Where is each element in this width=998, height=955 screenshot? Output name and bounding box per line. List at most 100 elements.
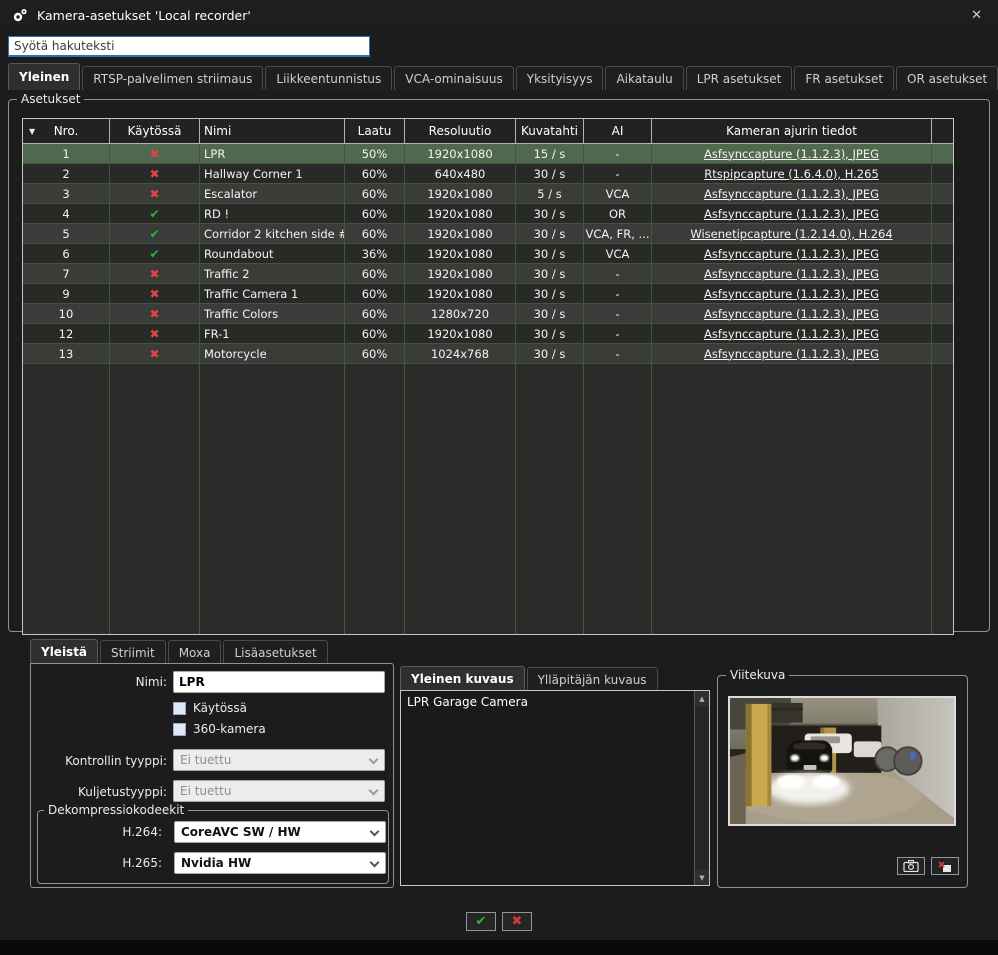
cell-framerate: 5 / s (516, 184, 584, 204)
cell-nro: 1 (23, 144, 110, 164)
driver-link[interactable]: Asfsynccapture (1.1.2.3), JPEG (704, 287, 879, 301)
cell-ai: VCA (584, 184, 652, 204)
close-icon[interactable]: ✕ (967, 6, 986, 25)
transport-type-select[interactable]: Ei tuettu (173, 780, 385, 802)
enabled-status-icon: ✔ (110, 224, 200, 244)
driver-link[interactable]: Asfsynccapture (1.1.2.3), JPEG (704, 347, 879, 361)
checkbox-unchecked-icon[interactable] (173, 701, 186, 715)
cell-driver: Asfsynccapture (1.1.2.3), JPEG (652, 144, 932, 164)
description-scrollbar[interactable]: ▲ ▼ (694, 691, 709, 885)
chevron-down-icon (368, 785, 379, 796)
scroll-down-icon[interactable]: ▼ (695, 870, 709, 885)
tab-vca-ominaisuus[interactable]: VCA-ominaisuus (394, 66, 514, 90)
control-type-select[interactable]: Ei tuettu (173, 749, 385, 771)
camera-settings-dialog: Kamera-asetukset 'Local recorder' ✕ Ylei… (0, 0, 998, 955)
cell-resolution: 1920x1080 (405, 144, 516, 164)
tab-yleinen-kuvaus[interactable]: Yleinen kuvaus (400, 666, 525, 691)
name-input[interactable] (173, 671, 385, 693)
tab-rtsp-striimaus[interactable]: RTSP-palvelimen striimaus (82, 66, 264, 90)
capture-image-button[interactable] (897, 857, 925, 875)
cell-empty (932, 324, 953, 344)
table-row[interactable]: 1 ✖ LPR 50% 1920x1080 15 / s - Asfsyncca… (23, 144, 953, 164)
enabled-status-icon: ✖ (110, 164, 200, 184)
driver-link[interactable]: Asfsynccapture (1.1.2.3), JPEG (704, 207, 879, 221)
column-header-resoluutio[interactable]: Resoluutio (405, 119, 516, 144)
sort-descending-icon[interactable]: ▼ (29, 127, 35, 136)
cell-ai: - (584, 344, 652, 364)
search-input[interactable] (8, 36, 370, 57)
checkbox-unchecked-icon[interactable] (173, 722, 186, 736)
cell-quality: 60% (345, 224, 405, 244)
cell-quality: 60% (345, 284, 405, 304)
driver-link[interactable]: Rtspipcapture (1.6.4.0), H.265 (704, 167, 879, 181)
tab-yleista[interactable]: Yleistä (30, 639, 99, 664)
driver-link[interactable]: Asfsynccapture (1.1.2.3), JPEG (704, 327, 879, 341)
table-row[interactable]: 2 ✖ Hallway Corner 1 60% 640x480 30 / s … (23, 164, 953, 184)
cell-empty (932, 304, 953, 324)
cell-resolution: 1920x1080 (405, 224, 516, 244)
camera-table-empty-area (23, 364, 953, 634)
decompression-codecs-groupbox: Dekompressiokodeekit H.264: CoreAVC SW /… (37, 803, 389, 884)
description-textarea[interactable]: LPR Garage Camera (401, 691, 694, 885)
cancel-button[interactable]: ✖ (502, 912, 532, 931)
cell-framerate: 30 / s (516, 264, 584, 284)
column-header-empty (932, 119, 953, 144)
column-header-nimi[interactable]: Nimi (200, 119, 345, 144)
cell-driver: Asfsynccapture (1.1.2.3), JPEG (652, 244, 932, 264)
cell-empty (932, 264, 953, 284)
column-header-kuvatahti[interactable]: Kuvatahti (516, 119, 584, 144)
table-row[interactable]: 10 ✖ Traffic Colors 60% 1280x720 30 / s … (23, 304, 953, 324)
remove-image-button[interactable] (931, 857, 959, 875)
enabled-checkbox-label: Käytössä (193, 701, 248, 715)
tab-yksityisyys[interactable]: Yksityisyys (515, 66, 604, 90)
remove-image-icon (938, 860, 951, 872)
cell-nro: 7 (23, 264, 110, 284)
h264-codec-select[interactable]: CoreAVC SW / HW (174, 821, 386, 843)
tab-or-asetukset[interactable]: OR asetukset (896, 66, 998, 90)
tab-lpr-asetukset[interactable]: LPR asetukset (685, 66, 793, 90)
table-row[interactable]: 3 ✖ Escalator 60% 1920x1080 5 / s VCA As… (23, 184, 953, 204)
tab-lisaasetukset[interactable]: Lisäasetukset (223, 640, 328, 664)
cell-framerate: 30 / s (516, 324, 584, 344)
tab-striimit[interactable]: Striimit (100, 640, 166, 664)
column-header-ai[interactable]: AI (584, 119, 652, 144)
cell-resolution: 1024x768 (405, 344, 516, 364)
table-row[interactable]: 6 ✔ Roundabout 36% 1920x1080 30 / s VCA … (23, 244, 953, 264)
bottom-strip (0, 940, 998, 955)
cell-ai: VCA, FR, ... (584, 224, 652, 244)
scroll-up-icon[interactable]: ▲ (695, 691, 709, 706)
tab-liikkeentunnistus[interactable]: Liikkeentunnistus (265, 66, 393, 90)
cell-framerate: 30 / s (516, 284, 584, 304)
camera360-checkbox[interactable]: 360-kamera (173, 722, 266, 736)
table-row[interactable]: 12 ✖ FR-1 60% 1920x1080 30 / s - Asfsync… (23, 324, 953, 344)
driver-link[interactable]: Asfsynccapture (1.1.2.3), JPEG (704, 187, 879, 201)
table-row[interactable]: 4 ✔ RD ! 60% 1920x1080 30 / s OR Asfsync… (23, 204, 953, 224)
enabled-checkbox[interactable]: Käytössä (173, 701, 247, 715)
table-row[interactable]: 9 ✖ Traffic Camera 1 60% 1920x1080 30 / … (23, 284, 953, 304)
driver-link[interactable]: Asfsynccapture (1.1.2.3), JPEG (704, 247, 879, 261)
cell-driver: Asfsynccapture (1.1.2.3), JPEG (652, 264, 932, 284)
column-header-ajurin-tiedot[interactable]: Kameran ajurin tiedot (652, 119, 932, 144)
ok-button[interactable]: ✔ (466, 912, 496, 931)
camera360-checkbox-label: 360-kamera (193, 722, 266, 736)
column-header-laatu[interactable]: Laatu (345, 119, 405, 144)
tab-yleinen[interactable]: Yleinen (8, 63, 81, 90)
chevron-down-icon (369, 826, 380, 837)
column-header-kaytossa[interactable]: Käytössä (110, 119, 200, 144)
driver-link[interactable]: Asfsynccapture (1.1.2.3), JPEG (704, 267, 879, 281)
driver-link[interactable]: Wisenetipcapture (1.2.14.0), H.264 (690, 227, 892, 241)
tab-fr-asetukset[interactable]: FR asetukset (794, 66, 895, 90)
column-header-nro[interactable]: ▼ Nro. (23, 119, 110, 144)
cell-nro: 2 (23, 164, 110, 184)
driver-link[interactable]: Asfsynccapture (1.1.2.3), JPEG (704, 147, 879, 161)
title-bar: Kamera-asetukset 'Local recorder' ✕ (0, 0, 998, 30)
driver-link[interactable]: Asfsynccapture (1.1.2.3), JPEG (704, 307, 879, 321)
table-row[interactable]: 7 ✖ Traffic 2 60% 1920x1080 30 / s - Asf… (23, 264, 953, 284)
h265-codec-select[interactable]: Nvidia HW (174, 852, 386, 874)
table-row[interactable]: 5 ✔ Corridor 2 kitchen side # 60% 1920x1… (23, 224, 953, 244)
tab-aikataulu[interactable]: Aikataulu (605, 66, 684, 90)
tab-moxa[interactable]: Moxa (167, 640, 222, 664)
tab-yllapitajan-kuvaus[interactable]: Ylläpitäjän kuvaus (526, 667, 658, 691)
table-row[interactable]: 13 ✖ Motorcycle 60% 1024x768 30 / s - As… (23, 344, 953, 364)
cell-empty (932, 284, 953, 304)
